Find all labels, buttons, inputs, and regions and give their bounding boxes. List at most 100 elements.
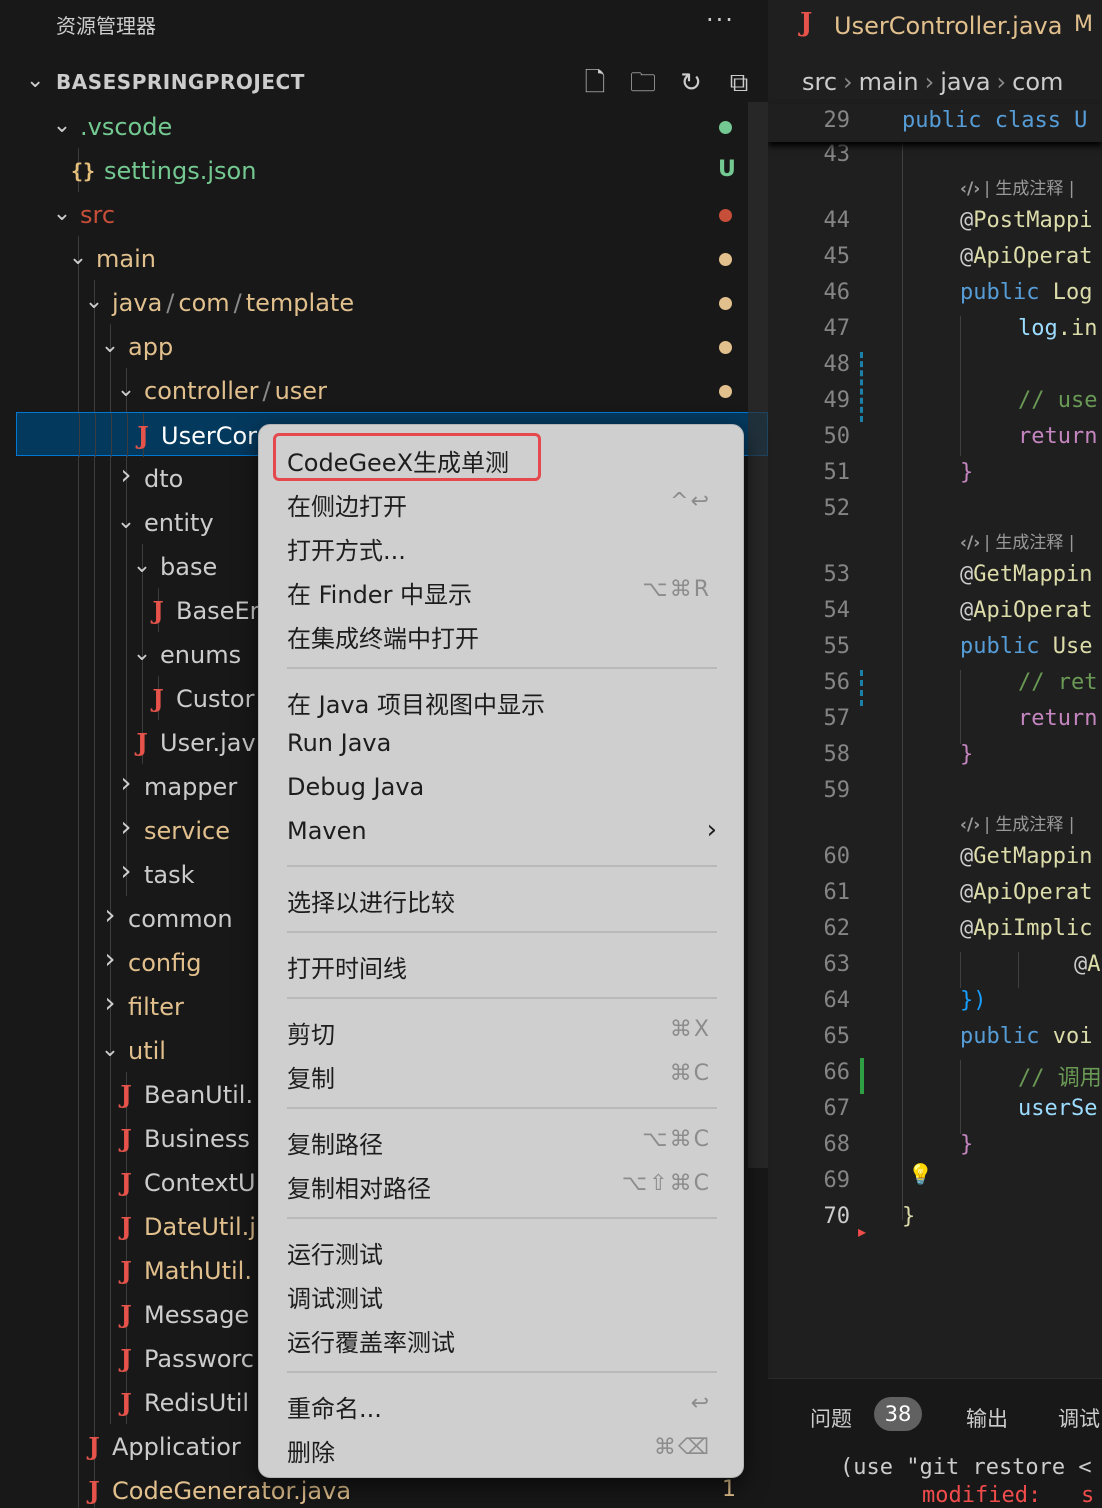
chevron-down-icon: ⌄ — [100, 1037, 120, 1062]
modified-indicator: M — [1074, 12, 1093, 37]
indent-guide — [110, 588, 111, 632]
tree-item-label: config — [128, 949, 202, 977]
indent-guide — [110, 1204, 111, 1248]
chevron-down-icon: ⌄ — [100, 333, 120, 358]
new-file-icon[interactable]: 🗋 — [578, 66, 612, 100]
menu-item[interactable]: 复制 ⌘C — [259, 1053, 745, 1093]
menu-item[interactable]: 运行覆盖率测试 — [259, 1317, 745, 1357]
indent-guide — [78, 720, 79, 764]
indent-guide — [902, 142, 903, 1220]
java-file-icon: J — [137, 421, 149, 450]
code-line: @A — [1074, 952, 1101, 977]
tab-output[interactable]: 输出 — [966, 1403, 1008, 1433]
menu-item[interactable]: 删除 ⌘⌫ — [259, 1427, 745, 1467]
code-line: public voi — [960, 1024, 1093, 1049]
folder-item[interactable]: ⌄ controller / user — [0, 368, 768, 412]
tree-item-label: DateUtil.j — [144, 1213, 256, 1241]
menu-item[interactable]: 运行测试 — [259, 1229, 745, 1269]
menu-shortcut: ↩ — [690, 1391, 711, 1416]
indent-guide — [94, 1380, 95, 1424]
indent-guide — [110, 632, 111, 676]
code-line: return — [1018, 706, 1098, 731]
menu-item[interactable]: 复制相对路径 ⌥⇧⌘C — [259, 1163, 745, 1203]
folder-item[interactable]: ⌄ app — [0, 324, 768, 368]
indent-guide — [960, 1060, 961, 1134]
breadcrumb-item[interactable]: main — [859, 68, 919, 96]
indent-guide — [110, 1072, 111, 1116]
indent-guide — [78, 1248, 79, 1292]
menu-item[interactable]: 在 Java 项目视图中显示 — [259, 679, 745, 719]
tab-problems[interactable]: 问题 — [810, 1403, 852, 1433]
menu-item[interactable]: 打开方式... — [259, 525, 745, 565]
indent-guide — [110, 456, 111, 500]
chevron-right-icon: › — [706, 815, 717, 845]
breadcrumb-item[interactable]: src — [802, 68, 837, 96]
project-header[interactable]: ⌄ BASESPRINGPROJECT 🗋 🗀 ↻ ⧉ — [0, 62, 768, 102]
breadcrumb-item[interactable]: com — [1012, 68, 1063, 96]
new-folder-icon[interactable]: 🗀 — [626, 66, 660, 100]
breadcrumb-item[interactable]: java — [940, 68, 990, 96]
editor-tab[interactable]: UserController.java — [834, 12, 1062, 40]
menu-item[interactable]: 在侧边打开 ^↩ — [259, 481, 745, 521]
sticky-scroll-header[interactable]: 29 public class U — [768, 104, 1102, 142]
menu-item[interactable]: 选择以进行比较 — [259, 877, 745, 917]
code-lens[interactable]: ‹/› | 生成注释 | — [960, 174, 1075, 199]
codegeex-icon: ‹/› — [960, 533, 981, 553]
menu-item[interactable]: Maven › — [259, 811, 745, 851]
git-change-marker[interactable] — [860, 1058, 864, 1094]
menu-item[interactable]: 复制路径 ⌥⌘C — [259, 1119, 745, 1159]
tree-item-label: Business — [144, 1125, 250, 1153]
indent-guide — [78, 368, 79, 412]
menu-item-label: 删除 — [287, 1439, 335, 1467]
indent-guide — [110, 1160, 111, 1204]
java-file-icon: J — [120, 1124, 132, 1153]
collapse-all-icon[interactable]: ⧉ — [722, 66, 756, 100]
folder-item[interactable]: ⌄ java / com / template — [0, 280, 768, 324]
git-change-marker[interactable] — [860, 352, 864, 422]
code-line: } — [960, 742, 974, 767]
git-status-dot — [719, 341, 732, 354]
menu-item[interactable]: 打开时间线 — [259, 943, 745, 983]
indent-guide — [94, 1204, 95, 1248]
code-lens[interactable]: ‹/› | 生成注释 | — [960, 528, 1075, 553]
indent-guide — [78, 632, 79, 676]
problems-count-badge: 38 — [874, 1397, 922, 1431]
code-lens[interactable]: ‹/› | 生成注释 | — [960, 810, 1075, 835]
refresh-icon[interactable]: ↻ — [674, 66, 708, 100]
indent-guide — [78, 280, 79, 324]
folder-item[interactable]: ⌄ src — [0, 192, 768, 236]
file-item[interactable]: {} settings.json U — [0, 148, 768, 192]
more-actions-icon[interactable]: ··· — [706, 6, 735, 34]
folder-item[interactable]: ⌄ .vscode — [0, 104, 768, 148]
indent-guide — [110, 1248, 111, 1292]
line-number: 47 — [823, 316, 851, 341]
menu-item[interactable]: 重命名... ↩ — [259, 1383, 745, 1423]
menu-item[interactable]: CodeGeeX生成单测 — [259, 437, 745, 477]
menu-item-label: 运行测试 — [287, 1241, 383, 1269]
indent-guide — [78, 456, 79, 500]
tree-item-label: .vscode — [80, 113, 173, 141]
indent-guide — [78, 940, 79, 984]
folder-item[interactable]: ⌄ main — [0, 236, 768, 280]
indent-guide — [94, 1028, 95, 1072]
lightbulb-icon[interactable]: 💡 — [908, 1162, 933, 1186]
menu-item[interactable]: Debug Java — [259, 767, 745, 807]
code-line: return — [1018, 424, 1098, 449]
git-status-dot — [719, 209, 732, 222]
menu-item[interactable]: 剪切 ⌘X — [259, 1009, 745, 1049]
menu-item[interactable]: 在集成终端中打开 — [259, 613, 745, 653]
scrollbar[interactable] — [748, 102, 768, 1168]
menu-item-label: 重命名... — [287, 1395, 382, 1423]
java-file-icon: J — [152, 684, 164, 713]
tab-debug[interactable]: 调试 — [1058, 1403, 1100, 1433]
git-change-marker[interactable] — [860, 670, 864, 706]
code-line: public Use — [960, 634, 1093, 659]
indent-guide — [78, 1468, 79, 1508]
indent-guide — [94, 1336, 95, 1380]
menu-item[interactable]: Run Java — [259, 723, 745, 763]
indent-guide — [94, 1160, 95, 1204]
menu-item[interactable]: 在 Finder 中显示 ⌥⌘R — [259, 569, 745, 609]
indent-guide — [94, 632, 95, 676]
chevron-right-icon: › — [120, 766, 132, 799]
menu-item[interactable]: 调试测试 — [259, 1273, 745, 1313]
